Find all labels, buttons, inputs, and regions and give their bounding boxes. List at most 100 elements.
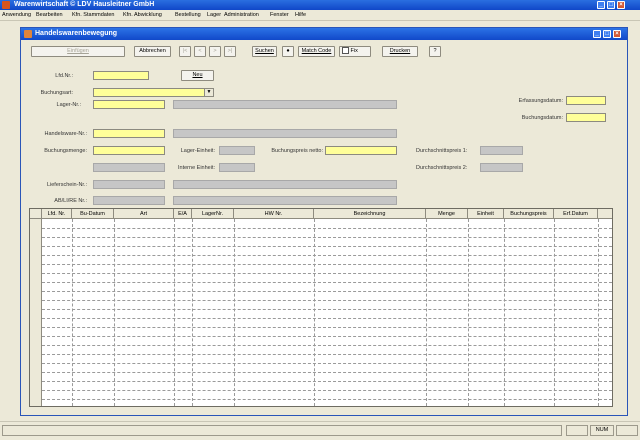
table-row[interactable] <box>42 300 612 301</box>
buchungsdatum-input[interactable] <box>566 113 606 122</box>
erfassungsdatum-input[interactable] <box>566 96 606 105</box>
col-erf-datum[interactable]: Erf.Datum <box>554 209 598 219</box>
lfd-nr-input[interactable] <box>93 71 149 80</box>
menu-kfn-stammdaten[interactable]: Kfn. Stammdaten <box>72 11 115 20</box>
window-restore-icon[interactable]: □ <box>603 30 611 38</box>
table-row[interactable] <box>42 354 612 355</box>
table-row[interactable] <box>42 318 612 319</box>
col-einheit[interactable]: Einheit <box>468 209 504 219</box>
window-minimize-icon[interactable]: _ <box>593 30 601 38</box>
col-hw-nr[interactable]: HW Nr. <box>234 209 314 219</box>
menu-lager[interactable]: Lager <box>207 11 221 20</box>
bewegungen-table[interactable]: Lfd. Nr. Bu-Datum Art E/A LagerNr. HW Nr… <box>29 208 613 407</box>
handelsware-nr-input[interactable] <box>93 129 165 138</box>
buchungsmenge-input[interactable] <box>93 146 165 155</box>
close-icon[interactable]: × <box>617 1 625 9</box>
buchungsmenge-label: Buchungsmenge: <box>44 148 87 154</box>
app-title: Warenwirtschaft © LDV Hausleitner GmbH <box>14 1 155 8</box>
col-divider <box>174 219 175 406</box>
menu-bestellung[interactable]: Bestellung <box>175 11 201 20</box>
lieferschein-nr-field <box>93 180 165 189</box>
window-close-icon[interactable]: × <box>613 30 621 38</box>
fix-toggle[interactable]: Fix <box>339 46 371 57</box>
table-row[interactable] <box>42 273 612 274</box>
table-row[interactable] <box>42 399 612 400</box>
neu-button[interactable]: Neu <box>181 70 214 81</box>
next-record-button[interactable]: > <box>209 46 221 57</box>
col-art[interactable]: Art <box>114 209 174 219</box>
table-row[interactable] <box>42 327 612 328</box>
col-divider <box>468 219 469 406</box>
minimize-icon[interactable]: _ <box>597 1 605 9</box>
col-lfd-nr[interactable]: Lfd. Nr. <box>42 209 72 219</box>
table-row[interactable] <box>42 345 612 346</box>
einfuegen-button[interactable]: Einfügen <box>31 46 125 57</box>
status-panel-extra <box>616 425 638 436</box>
app-icon <box>2 1 10 9</box>
table-row[interactable] <box>42 381 612 382</box>
table-row[interactable] <box>42 336 612 337</box>
lieferschein-nr-label: Lieferschein-Nr.: <box>46 182 87 188</box>
table-row[interactable] <box>42 390 612 391</box>
table-row[interactable] <box>42 282 612 283</box>
status-bar: NUM <box>0 421 640 440</box>
window-icon <box>24 30 32 38</box>
col-bu-datum[interactable]: Bu-Datum <box>72 209 114 219</box>
table-row[interactable] <box>42 264 612 265</box>
table-row[interactable] <box>42 309 612 310</box>
table-row[interactable] <box>42 363 612 364</box>
help-button[interactable]: ? <box>429 46 441 57</box>
table-row[interactable] <box>42 228 612 229</box>
col-e-a[interactable]: E/A <box>174 209 192 219</box>
matchcode-button[interactable]: Match Code <box>298 46 335 57</box>
col-divider <box>234 219 235 406</box>
menu-bar: Anwendung Bearbeiten Kfn. Stammdaten Kfn… <box>0 10 640 21</box>
abbrechen-button[interactable]: Abbrechen <box>134 46 171 57</box>
lieferschein-bezeichnung-field <box>173 180 397 189</box>
col-divider <box>314 219 315 406</box>
maximize-icon[interactable]: □ <box>607 1 615 9</box>
suchen-label: Suchen <box>255 48 274 54</box>
menu-administration[interactable]: Administration <box>224 11 259 20</box>
status-panel <box>566 425 588 436</box>
table-row[interactable] <box>42 255 612 256</box>
menu-kfn-abwicklung[interactable]: Kfn. Abwicklung <box>123 11 162 20</box>
interne-einheit-field <box>219 163 255 172</box>
menu-bearbeiten[interactable]: Bearbeiten <box>36 11 63 20</box>
table-row[interactable] <box>42 237 612 238</box>
lager-bezeichnung-field <box>173 100 397 109</box>
fix-checkbox[interactable] <box>342 47 349 55</box>
menu-anwendung[interactable]: Anwendung <box>2 11 31 20</box>
handelswarenbewegung-window: Handelswarenbewegung _ □ × Einfügen Abbr… <box>20 27 628 416</box>
record-marker-button[interactable]: ● <box>282 46 294 57</box>
col-lager-nr[interactable]: LagerNr. <box>192 209 234 219</box>
einfuegen-label: Einfügen <box>67 48 89 54</box>
buchungsart-select[interactable]: ▼ <box>93 88 214 97</box>
erfassungsdatum-label: Erfassungsdatum: <box>518 98 563 104</box>
last-record-button[interactable]: >| <box>224 46 236 57</box>
table-row[interactable] <box>42 291 612 292</box>
durchschnittspreis2-field <box>480 163 523 172</box>
lager-nr-input[interactable] <box>93 100 165 109</box>
prev-record-button[interactable]: < <box>194 46 206 57</box>
col-divider <box>114 219 115 406</box>
menu-fenster[interactable]: Fenster <box>270 11 289 20</box>
col-buchungspreis[interactable]: Buchungspreis <box>504 209 554 219</box>
row-selector-column <box>30 219 42 406</box>
drucken-button[interactable]: Drucken <box>382 46 418 57</box>
col-bezeichnung[interactable]: Bezeichnung <box>314 209 426 219</box>
buchungsdatum-label: Buchungsdatum: <box>521 115 563 121</box>
buchungspreis-netto-input[interactable] <box>325 146 397 155</box>
buchungspreis-netto-label: Buchungspreis netto: <box>271 148 323 154</box>
first-record-button[interactable]: |< <box>179 46 191 57</box>
menu-hilfe[interactable]: Hilfe <box>295 11 306 20</box>
drucken-label: Drucken <box>389 48 411 54</box>
lager-einheit-label: Lager-Einheit: <box>180 148 215 154</box>
durchschnittspreis1-label: Durchschnittspreis 1: <box>416 148 468 154</box>
table-row[interactable] <box>42 246 612 247</box>
col-filler <box>598 209 612 219</box>
suchen-button[interactable]: Suchen <box>252 46 277 57</box>
col-menge[interactable]: Menge <box>426 209 468 219</box>
table-row[interactable] <box>42 372 612 373</box>
chevron-down-icon[interactable]: ▼ <box>204 89 213 96</box>
